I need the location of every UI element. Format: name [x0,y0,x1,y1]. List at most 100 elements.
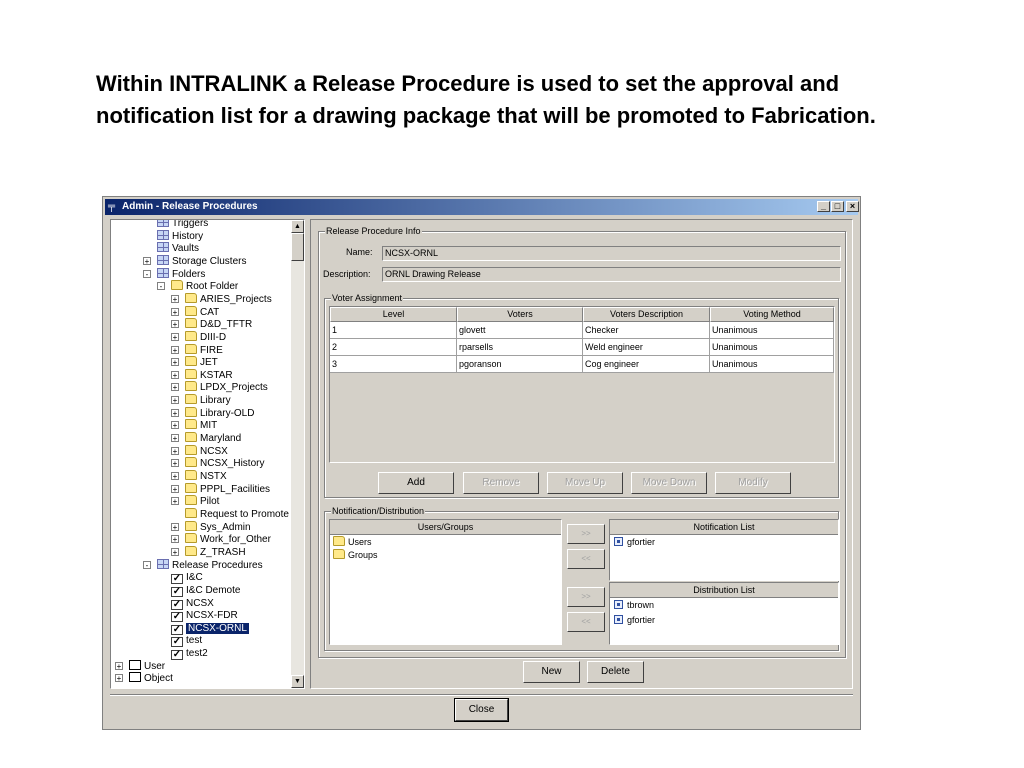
expand-icon[interactable]: + [171,446,179,455]
tree-item[interactable]: + ARIES_Projects [171,292,272,306]
table-cell[interactable]: Weld engineer [583,339,710,356]
close-window-button[interactable]: × [846,201,859,212]
tree-item[interactable]: - Release Procedures [143,558,263,572]
tree-item[interactable]: ✓ test [171,634,202,648]
expand-icon[interactable]: + [171,345,179,354]
tree-item[interactable]: ✓ NCSX-ORNL [171,622,249,635]
close-button[interactable]: Close [454,698,509,722]
new-button[interactable]: New [523,661,580,683]
tree-item[interactable]: + Storage Clusters [143,254,246,268]
remove-from-notification-button[interactable]: << [567,549,605,569]
tree-item[interactable]: + NCSX_History [171,457,264,470]
tree-item[interactable]: + PPPL_Facilities [171,482,270,496]
tree-item[interactable]: + Z_TRASH [171,545,246,559]
table-cell[interactable]: Unanimous [710,356,834,373]
collapse-icon[interactable]: - [157,282,165,291]
users-groups-pane[interactable]: Users/Groups Users Groups [329,519,562,645]
tree-item[interactable]: + CAT [171,305,219,319]
delete-button[interactable]: Delete [587,661,644,683]
table-cell[interactable]: rparsells [457,339,583,356]
column-header-voters[interactable]: Voters [457,307,583,322]
expand-icon[interactable]: + [171,408,179,417]
table-cell[interactable]: Unanimous [710,339,834,356]
tree-item[interactable]: + Work_for_Other [171,533,271,546]
move-up-button[interactable]: Move Up [547,472,623,494]
scroll-up-button[interactable]: ▲ [291,220,304,233]
tree-item[interactable]: - Root Folder [157,280,238,293]
list-item[interactable]: gfortier [614,614,655,626]
expand-icon[interactable]: + [171,522,179,531]
expand-icon[interactable]: + [171,383,179,392]
expand-icon[interactable]: + [171,434,179,443]
tree-item[interactable]: + NSTX [171,470,227,483]
distribution-list-pane[interactable]: Distribution List tbrown gfortier [609,582,839,645]
expand-icon[interactable]: + [115,674,123,683]
table-cell[interactable]: Checker [583,322,710,339]
tree-scrollbar[interactable]: ▲ ▼ [291,220,304,688]
column-header-voting-method[interactable]: Voting Method [710,307,834,322]
tree-item[interactable]: ✓ I&C [171,571,203,585]
table-cell[interactable]: Cog engineer [583,356,710,373]
table-cell[interactable]: 1 [330,322,457,339]
expand-icon[interactable]: + [171,484,179,493]
expand-icon[interactable]: + [171,358,179,367]
name-field[interactable]: NCSX-ORNL [382,246,841,261]
tree-item[interactable]: + NCSX [171,444,228,458]
remove-from-distribution-button[interactable]: << [567,612,605,632]
tree-item[interactable]: History [157,229,203,243]
table-cell[interactable]: glovett [457,322,583,339]
tree-item[interactable]: ✓ NCSX-FDR [171,609,238,623]
collapse-icon[interactable]: - [143,560,151,569]
tree-item[interactable]: + Sys_Admin [171,520,251,534]
tree-item[interactable]: Request to Promote [185,507,289,521]
tree-item[interactable]: + Object [115,672,173,685]
tree-item[interactable]: + Library-OLD [171,406,254,420]
expand-icon[interactable]: + [171,497,179,506]
description-field[interactable]: ORNL Drawing Release [382,267,841,282]
tree-item[interactable]: + Pilot [171,495,219,508]
list-item[interactable]: gfortier [614,536,655,548]
expand-icon[interactable]: + [171,294,179,303]
expand-icon[interactable]: + [171,396,179,405]
remove-voter-button[interactable]: Remove [463,472,539,494]
tree-item[interactable]: + D&D_TFTR [171,318,252,331]
collapse-icon[interactable]: - [143,269,151,278]
expand-icon[interactable]: + [171,535,179,544]
list-item[interactable]: tbrown [614,599,654,611]
title-bar[interactable]: ╤ Admin - Release Procedures _ □ × [105,199,859,215]
expand-icon[interactable]: + [171,459,179,468]
maximize-button[interactable]: □ [831,201,844,212]
tree-item[interactable]: + FIRE [171,343,223,357]
expand-icon[interactable]: + [171,320,179,329]
list-item[interactable]: Users [333,536,372,548]
table-cell[interactable]: Unanimous [710,322,834,339]
tree-item[interactable]: Triggers [157,220,208,230]
scroll-thumb[interactable] [291,233,304,261]
table-cell[interactable]: 3 [330,356,457,373]
add-to-distribution-button[interactable]: >> [567,587,605,607]
notification-list-pane[interactable]: Notification List gfortier [609,519,839,581]
modify-voter-button[interactable]: Modify [715,472,791,494]
expand-icon[interactable]: + [171,332,179,341]
tree-item[interactable]: + LPDX_Projects [171,381,268,394]
tree-item[interactable]: + KSTAR [171,368,233,382]
tree-item[interactable]: ✓ test2 [171,647,208,661]
tree-item[interactable]: + MIT [171,419,217,432]
column-header-level[interactable]: Level [330,307,457,322]
expand-icon[interactable]: + [171,547,179,556]
tree-item[interactable]: ✓ I&C Demote [171,584,240,597]
tree-item[interactable]: + Maryland [171,432,241,445]
tree-item[interactable]: ✓ NCSX [171,597,214,610]
add-to-notification-button[interactable]: >> [567,524,605,544]
admin-tree[interactable]: Triggers History Vaults + Storage Clusters - F… [110,219,305,689]
tree-item[interactable]: + DIII-D [171,330,226,344]
minimize-button[interactable]: _ [817,201,830,212]
move-down-button[interactable]: Move Down [631,472,707,494]
scroll-down-button[interactable]: ▼ [291,675,304,688]
tree-item[interactable]: - Folders [143,267,205,281]
table-cell[interactable]: pgoranson [457,356,583,373]
expand-icon[interactable]: + [115,661,123,670]
expand-icon[interactable]: + [171,472,179,481]
expand-icon[interactable]: + [143,256,151,265]
expand-icon[interactable]: + [171,370,179,379]
